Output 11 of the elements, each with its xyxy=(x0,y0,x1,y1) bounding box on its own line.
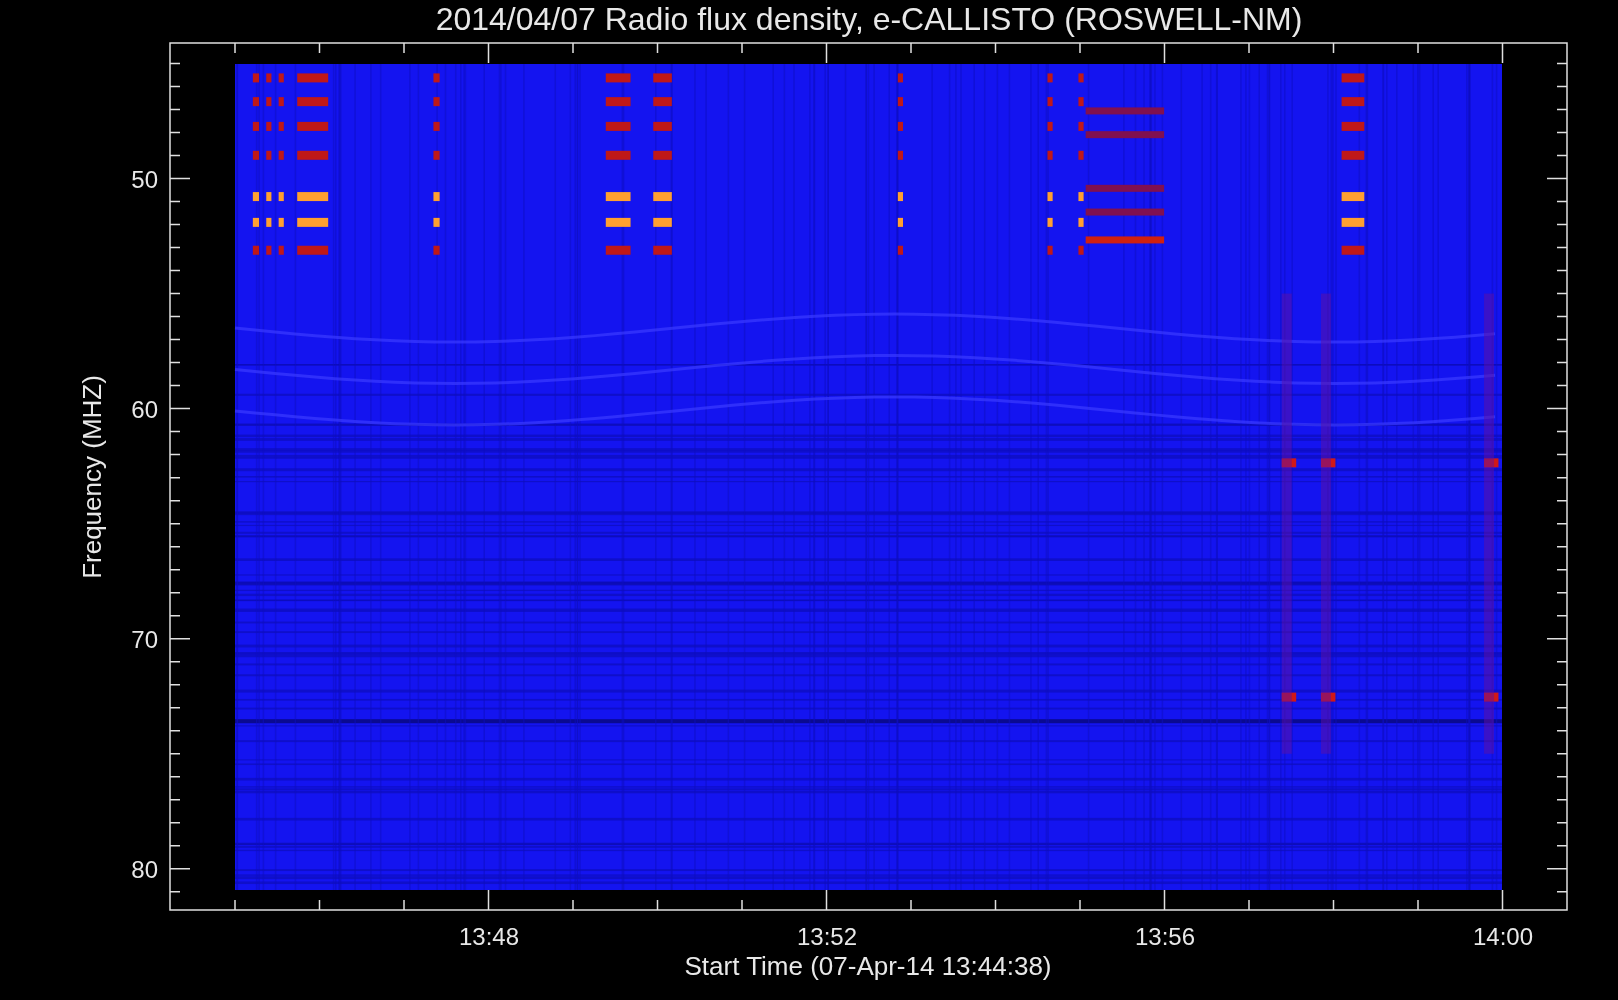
tick-label: 13:56 xyxy=(1134,923,1196,950)
tick-label: 80 xyxy=(131,855,158,883)
tick-label: 13:52 xyxy=(796,923,858,950)
tick-label: 70 xyxy=(131,625,158,653)
tick-label: 14:00 xyxy=(1472,923,1534,950)
tick-label: 50 xyxy=(131,165,158,193)
axis-label: Start Time (07-Apr-14 13:44:38) xyxy=(684,951,1052,981)
tick-label: 13:48 xyxy=(458,923,520,950)
chart-title: 2014/04/07 Radio flux density, e-CALLISTO (ROSWELL-NM) xyxy=(435,1,1303,37)
tick-label: 60 xyxy=(131,395,158,423)
axis-label: Frequency (MHZ) xyxy=(77,375,107,579)
